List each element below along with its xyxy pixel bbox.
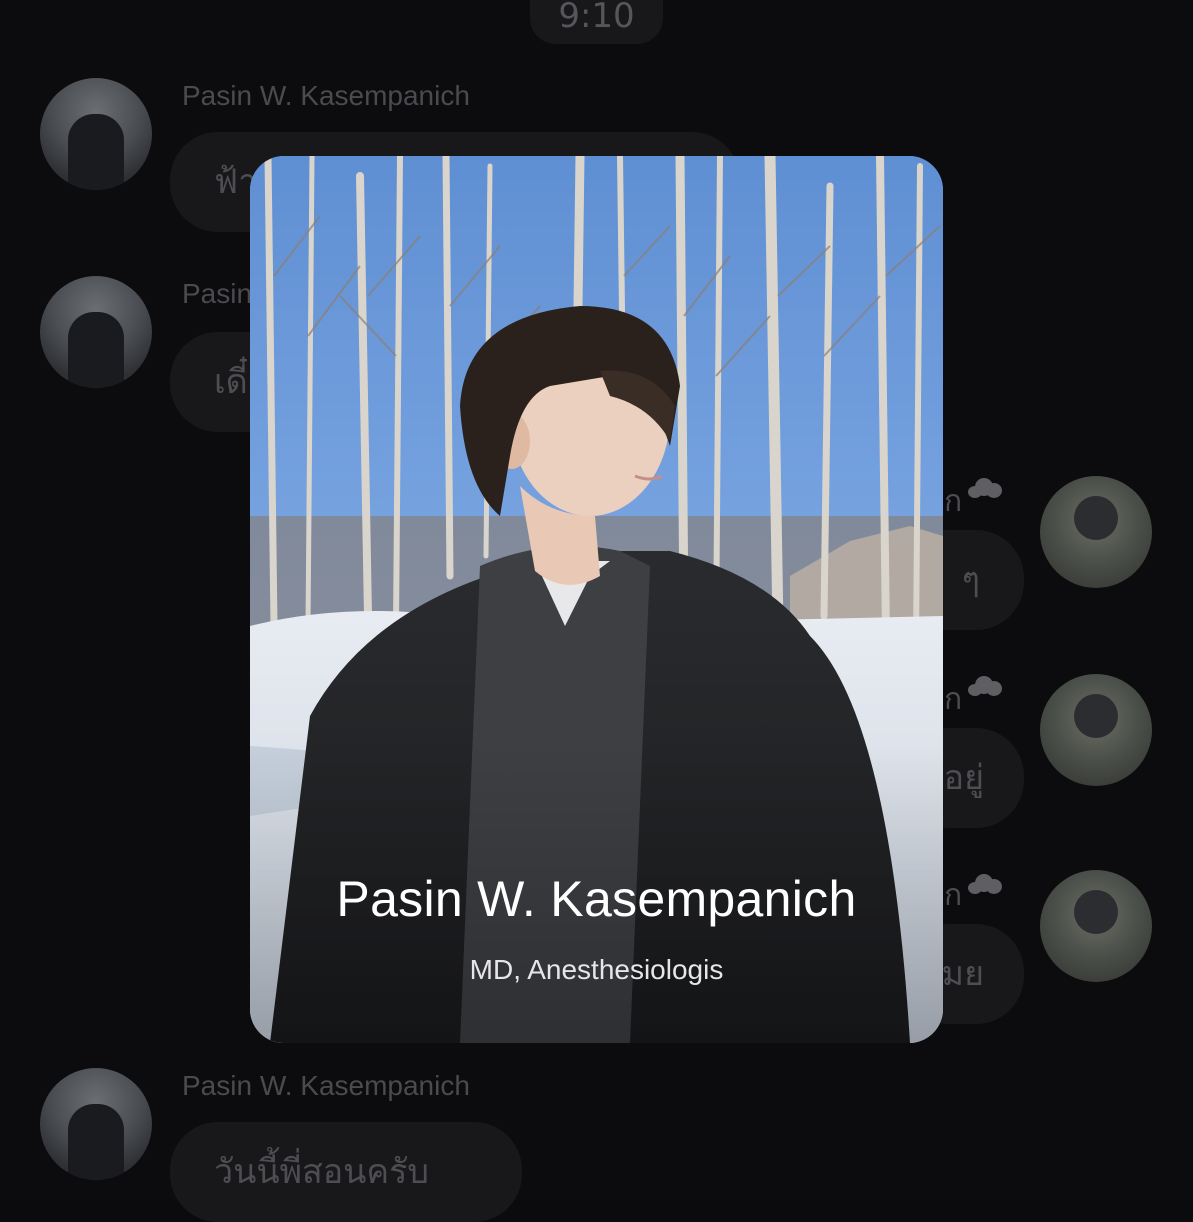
- profile-card[interactable]: Pasin W. Kasempanich MD, Anesthesiologis: [250, 156, 943, 1043]
- sender-name: Pasin: [182, 278, 253, 309]
- message-bubble[interactable]: วันนี้พี่สอนครับ: [170, 1122, 522, 1222]
- sender-name: Pasin W. Kasempanich: [182, 80, 470, 111]
- message-text: เดี๋: [214, 362, 248, 402]
- profile-name: Pasin W. Kasempanich: [336, 871, 857, 927]
- sender-avatar[interactable]: [40, 276, 152, 388]
- sender-name: Pasin W. Kasempanich: [182, 1070, 470, 1101]
- message-text: วันนี้พี่สอนครับ: [214, 1152, 429, 1192]
- sender-avatar[interactable]: [40, 1068, 152, 1180]
- cloud-icon: [968, 676, 1002, 696]
- message-text: อยู่: [943, 758, 984, 798]
- receiver-avatar[interactable]: [1040, 674, 1152, 786]
- right-sender-stub: ก: [944, 878, 963, 913]
- receiver-avatar[interactable]: [1040, 870, 1152, 982]
- cloud-icon: [968, 478, 1002, 498]
- right-sender-stub: ก: [944, 682, 963, 717]
- receiver-avatar[interactable]: [1040, 476, 1152, 588]
- message-text: มย: [941, 954, 984, 994]
- profile-title: MD, Anesthesiologis: [469, 954, 724, 985]
- right-sender-stub: ก: [944, 484, 963, 519]
- timestamp-pill: 9:10: [530, 0, 663, 44]
- cloud-icon: [968, 874, 1002, 894]
- message-text: ๆ: [961, 560, 980, 600]
- sender-avatar[interactable]: [40, 78, 152, 190]
